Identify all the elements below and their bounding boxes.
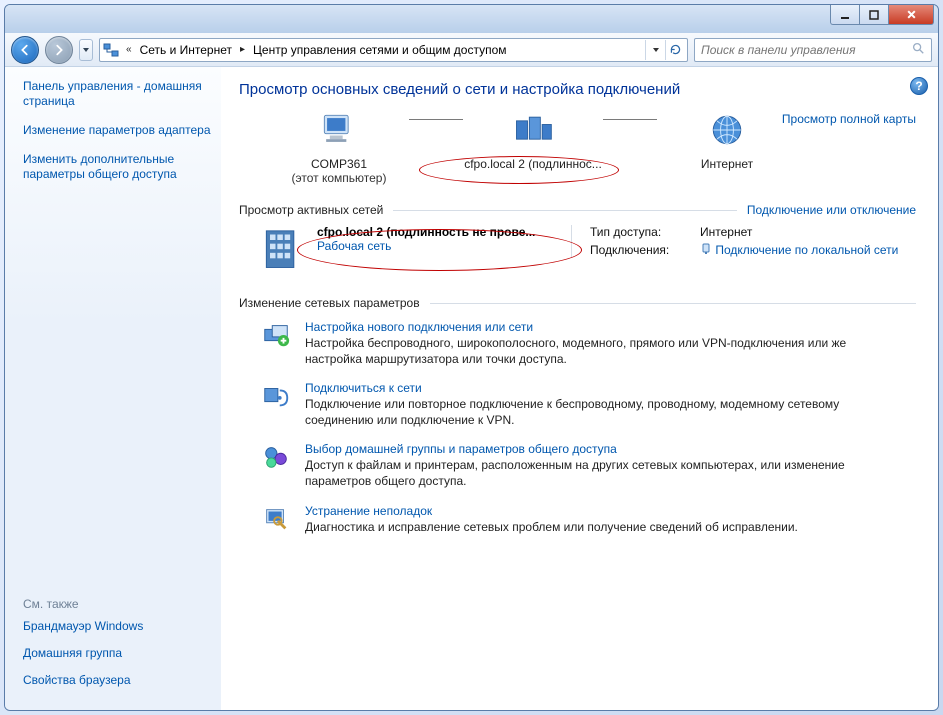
main-content: ? Просмотр основных сведений о сети и на…: [221, 67, 938, 710]
change-settings-header: Изменение сетевых параметров: [239, 296, 420, 310]
breadcrumb-separator: ▸: [238, 44, 247, 55]
new-connection-icon: [259, 320, 293, 350]
search-input[interactable]: [699, 42, 911, 58]
task-desc: Настройка беспроводного, широкополосного…: [305, 336, 865, 367]
see-also-firewall[interactable]: Брандмауэр Windows: [23, 619, 143, 633]
task-new-connection[interactable]: Настройка нового подключения или сети: [305, 320, 865, 334]
close-button[interactable]: [888, 5, 934, 25]
help-icon[interactable]: ?: [910, 77, 928, 95]
task-desc: Доступ к файлам и принтерам, расположенн…: [305, 458, 865, 489]
internet-icon: [705, 141, 749, 155]
task-troubleshoot[interactable]: Устранение неполадок: [305, 504, 798, 518]
task-connect-network[interactable]: Подключиться к сети: [305, 381, 865, 395]
sidebar-home-link[interactable]: Панель управления - домашняя страница: [23, 79, 202, 108]
minimize-button[interactable]: [830, 5, 860, 25]
connections-label: Подключения:: [590, 243, 700, 258]
breadcrumb-segment[interactable]: Центр управления сетями и общим доступом: [251, 43, 509, 57]
node-sublabel: (этот компьютер): [269, 171, 409, 185]
task-homegroup[interactable]: Выбор домашней группы и параметров общег…: [305, 442, 865, 456]
active-networks-header: Просмотр активных сетей: [239, 203, 383, 217]
sidebar-item-sharing-settings[interactable]: Изменить дополнительные параметры общего…: [23, 152, 177, 181]
search-box[interactable]: [694, 38, 932, 62]
work-network-icon: [259, 225, 303, 280]
nav-forward-button[interactable]: [45, 36, 73, 64]
sidebar: Панель управления - домашняя страница Из…: [5, 67, 221, 710]
network-panel-icon: [102, 41, 120, 59]
address-bar[interactable]: « Сеть и Интернет ▸ Центр управления сет…: [99, 38, 688, 62]
address-dropdown[interactable]: [645, 40, 665, 60]
see-also-header: См. также: [23, 597, 211, 611]
window-titlebar: [5, 5, 938, 33]
connect-network-icon: [259, 381, 293, 411]
see-also-homegroup[interactable]: Домашняя группа: [23, 646, 122, 660]
access-type-value: Интернет: [700, 225, 916, 239]
computer-icon: [317, 141, 361, 155]
nav-history-dropdown[interactable]: [79, 39, 93, 61]
see-also-browser[interactable]: Свойства браузера: [23, 673, 131, 687]
node-label: cfpo.local 2 (подлиннос...: [463, 157, 603, 171]
network-icon: [511, 141, 555, 155]
node-label: COMP361: [269, 157, 409, 171]
access-type-label: Тип доступа:: [590, 225, 700, 239]
connect-disconnect-link[interactable]: Подключение или отключение: [747, 203, 916, 217]
task-desc: Подключение или повторное подключение к …: [305, 397, 865, 428]
lan-icon: [700, 244, 715, 258]
page-heading: Просмотр основных сведений о сети и наст…: [239, 81, 916, 98]
view-full-map-link[interactable]: Просмотр полной карты: [782, 112, 916, 126]
breadcrumb-segment[interactable]: Сеть и Интернет: [138, 43, 234, 57]
maximize-button[interactable]: [859, 5, 889, 25]
search-icon: [911, 41, 927, 58]
network-map: COMP361 (этот компьютер) cfpo.local 2 (п…: [269, 108, 916, 185]
sidebar-item-adapter-settings[interactable]: Изменение параметров адаптера: [23, 123, 211, 137]
task-desc: Диагностика и исправление сетевых пробле…: [305, 520, 798, 536]
nav-back-button[interactable]: [11, 36, 39, 64]
homegroup-icon: [259, 442, 293, 472]
troubleshoot-icon: [259, 504, 293, 534]
network-type-link[interactable]: Рабочая сеть: [317, 239, 391, 253]
active-network-name: cfpo.local 2 (подлинность не прове...: [317, 225, 557, 239]
breadcrumb-back-chevron[interactable]: «: [124, 44, 134, 55]
refresh-button[interactable]: [665, 40, 685, 60]
node-label: Интернет: [657, 157, 797, 171]
connection-link[interactable]: Подключение по локальной сети: [715, 243, 898, 257]
